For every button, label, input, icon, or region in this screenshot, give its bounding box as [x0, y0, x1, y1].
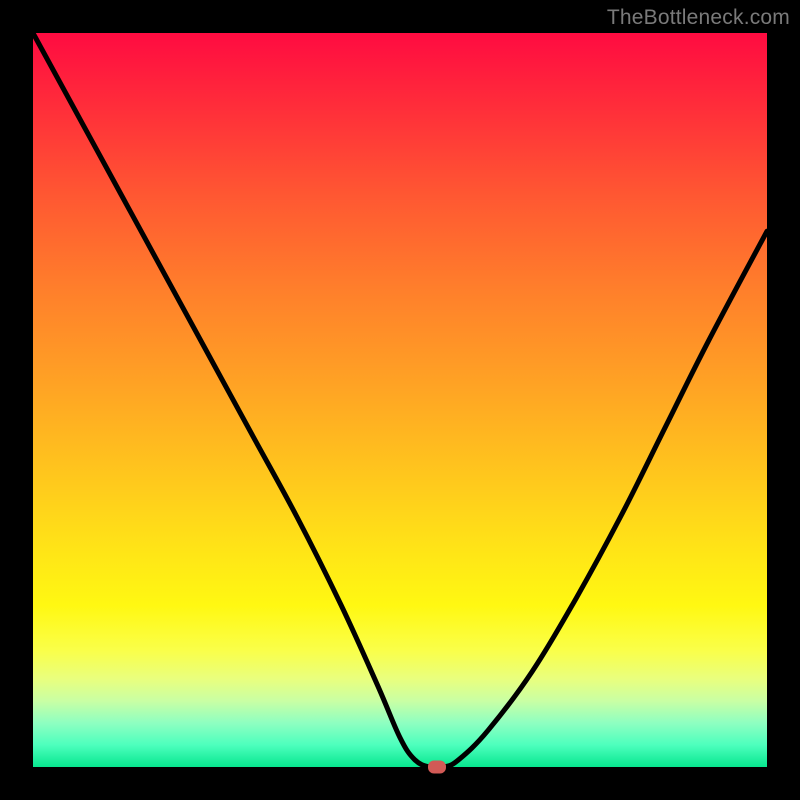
min-marker — [428, 761, 446, 774]
curve-svg — [33, 33, 767, 767]
bottleneck-curve — [33, 33, 767, 767]
chart-frame: TheBottleneck.com — [0, 0, 800, 800]
watermark: TheBottleneck.com — [607, 6, 790, 30]
plot-area — [33, 33, 767, 767]
